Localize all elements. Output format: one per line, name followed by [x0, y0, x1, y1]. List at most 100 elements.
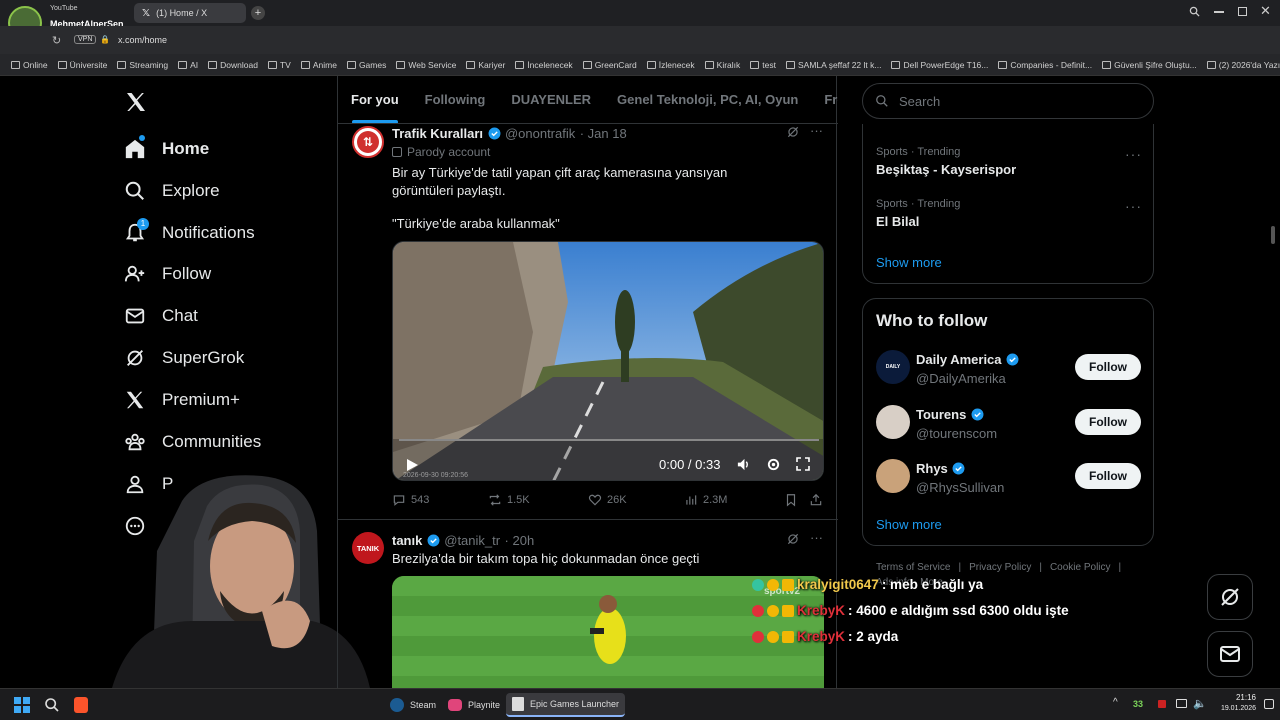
nav-follow[interactable]: Follow [124, 259, 211, 289]
search-input[interactable]: Search [862, 83, 1154, 119]
bookmark-item[interactable]: Anime [296, 60, 342, 70]
like-button[interactable]: 26K [588, 493, 627, 507]
bookmark-item[interactable]: Web Service [391, 60, 461, 70]
bookmark-item[interactable]: Download [203, 60, 263, 70]
brave-browser-icon[interactable] [74, 697, 88, 713]
nav-communities[interactable]: Communities [124, 427, 261, 457]
tweet-avatar[interactable]: ⇅ [352, 126, 384, 158]
taskbar-app-epic[interactable]: Epic Games Launcher [506, 693, 626, 717]
feed-tab[interactable]: DUAYENLER [498, 76, 604, 123]
notification-center-icon[interactable] [1264, 699, 1274, 709]
grok-icon[interactable] [786, 532, 800, 546]
tab-x-home[interactable]: 𝕏 (1) Home / X [134, 3, 246, 23]
follow-button[interactable]: Follow [1075, 463, 1141, 489]
bookmark-item[interactable]: Kariyer [461, 60, 510, 70]
nav-notifications[interactable]: Notifications 1 [124, 218, 255, 248]
bookmark-item[interactable]: test [745, 60, 781, 70]
nav-premium[interactable]: Premium+ [124, 385, 240, 415]
bookmark-item[interactable]: Kiralık [700, 60, 746, 70]
feed-tab[interactable]: For you [338, 76, 412, 123]
bookmark-item[interactable]: İncelenecek [510, 60, 577, 70]
bookmark-item[interactable]: Güvenli Şifre Oluştu... [1097, 60, 1202, 70]
show-more-link[interactable]: Show more [876, 255, 942, 270]
tweet-time[interactable]: 20h [512, 533, 534, 548]
tweet-time[interactable]: Jan 18 [588, 126, 627, 141]
suggested-avatar[interactable] [876, 405, 910, 439]
footer-link[interactable]: Privacy Policy [969, 562, 1031, 573]
footer-link[interactable]: Cookie Policy [1050, 562, 1111, 573]
bookmark-item[interactable]: Streaming [112, 60, 173, 70]
bookmark-item[interactable]: Companies - Definit... [993, 60, 1097, 70]
trend-item[interactable]: Sports · Trending El Bilal [876, 198, 960, 229]
nav-explore[interactable]: Explore [124, 176, 220, 206]
network-icon[interactable] [1176, 699, 1187, 708]
tweet-more-icon[interactable]: ··· [810, 123, 823, 138]
feed-tab[interactable]: Free G [811, 76, 838, 123]
footer-link[interactable]: Terms of Service [876, 562, 950, 573]
grok-floating-button[interactable] [1207, 574, 1253, 620]
maximize-icon[interactable] [1238, 7, 1247, 16]
trend-item[interactable]: Sports · Trending Beşiktaş - Kayserispor [876, 146, 1016, 177]
suggested-user[interactable]: Tourens @tourenscom [916, 406, 997, 441]
tray-chevron-up-icon[interactable]: ^ [1113, 697, 1118, 708]
bookmark-item[interactable]: Üniversite [53, 60, 113, 70]
repost-button[interactable]: 1.5K [488, 493, 530, 507]
volume-icon[interactable] [736, 457, 751, 472]
tweet-author-name[interactable]: tanık [392, 533, 422, 548]
reload-icon[interactable]: ↻ [52, 34, 61, 47]
suggested-user[interactable]: Daily America @DailyAmerika [916, 351, 1019, 386]
bookmark-item[interactable]: İzlenecek [642, 60, 700, 70]
share-button[interactable] [809, 493, 823, 507]
clock[interactable]: 21:16 19.01.2026 [1212, 693, 1256, 712]
url-field[interactable]: x.com/home [118, 35, 167, 45]
page-scrollbar[interactable] [1271, 226, 1275, 244]
follow-button[interactable]: Follow [1075, 354, 1141, 380]
suggested-user[interactable]: Rhys @RhysSullivan [916, 460, 1004, 495]
close-window-icon[interactable]: ✕ [1260, 3, 1271, 19]
tweet-avatar[interactable]: TANIK [352, 532, 384, 564]
views-button[interactable]: 2.3M [684, 493, 727, 507]
volume-icon[interactable]: 🔈 [1193, 697, 1207, 710]
feed-tab[interactable]: Genel Teknoloji, PC, AI, Oyun [604, 76, 811, 123]
settings-gear-icon[interactable] [766, 457, 781, 472]
bookmark-item[interactable]: GreenCard [578, 60, 642, 70]
bookmark-item[interactable]: Online [6, 60, 53, 70]
follow-button[interactable]: Follow [1075, 409, 1141, 435]
messages-floating-button[interactable] [1207, 631, 1253, 677]
feed-tab[interactable]: Following [412, 76, 499, 123]
nav-supergrok[interactable]: SuperGrok [124, 343, 244, 373]
taskbar-app-playnite[interactable]: Playnite [442, 693, 506, 717]
tweet-more-icon[interactable]: ··· [810, 530, 823, 545]
bookmark-item[interactable]: SAMLA şeffaf 22 lt k... [781, 60, 886, 70]
tweet-handle[interactable]: @tanik_tr [444, 533, 500, 548]
tweet-author-name[interactable]: Trafik Kuralları [392, 126, 483, 141]
bookmark-item[interactable]: AI [173, 60, 203, 70]
trend-more-icon[interactable]: ··· [1125, 146, 1142, 162]
reply-button[interactable]: 543 [392, 493, 429, 507]
bookmark-button[interactable] [784, 493, 798, 507]
tweet-handle[interactable]: @onontrafik [505, 126, 575, 141]
tweet-video[interactable]: 0:00 / 0:33 2026-09-30 09:20:56 [392, 241, 824, 481]
bookmark-item[interactable]: (2) 2026'da Yazılımcı... [1202, 60, 1280, 70]
tweet[interactable]: ⇅ Trafik Kuralları @onontrafik · Jan 18 … [338, 123, 838, 520]
new-tab-button[interactable]: + [251, 6, 265, 20]
fullscreen-icon[interactable] [796, 457, 810, 471]
taskbar-app-steam[interactable]: Steam [384, 693, 442, 717]
bookmark-item[interactable]: Dell PowerEdge T16... [886, 60, 993, 70]
minimize-icon[interactable] [1214, 11, 1224, 13]
bookmark-item[interactable]: TV [263, 60, 296, 70]
vpn-badge[interactable]: VPN [74, 35, 97, 44]
nav-home[interactable]: Home [124, 134, 209, 164]
play-icon[interactable] [405, 458, 419, 472]
search-tabs-icon[interactable] [1189, 6, 1200, 17]
show-more-link[interactable]: Show more [876, 517, 942, 532]
x-logo-icon[interactable] [124, 90, 148, 114]
nav-chat[interactable]: Chat [124, 301, 198, 331]
suggested-avatar[interactable] [876, 459, 910, 493]
grok-icon[interactable] [786, 125, 800, 139]
suggested-avatar[interactable]: DAILY AMERICA [876, 350, 910, 384]
taskbar-search-icon[interactable] [44, 697, 60, 713]
tray-app-icon[interactable] [1158, 700, 1166, 708]
tray-counter[interactable]: 33 [1133, 699, 1143, 709]
bookmark-item[interactable]: Games [342, 60, 391, 70]
